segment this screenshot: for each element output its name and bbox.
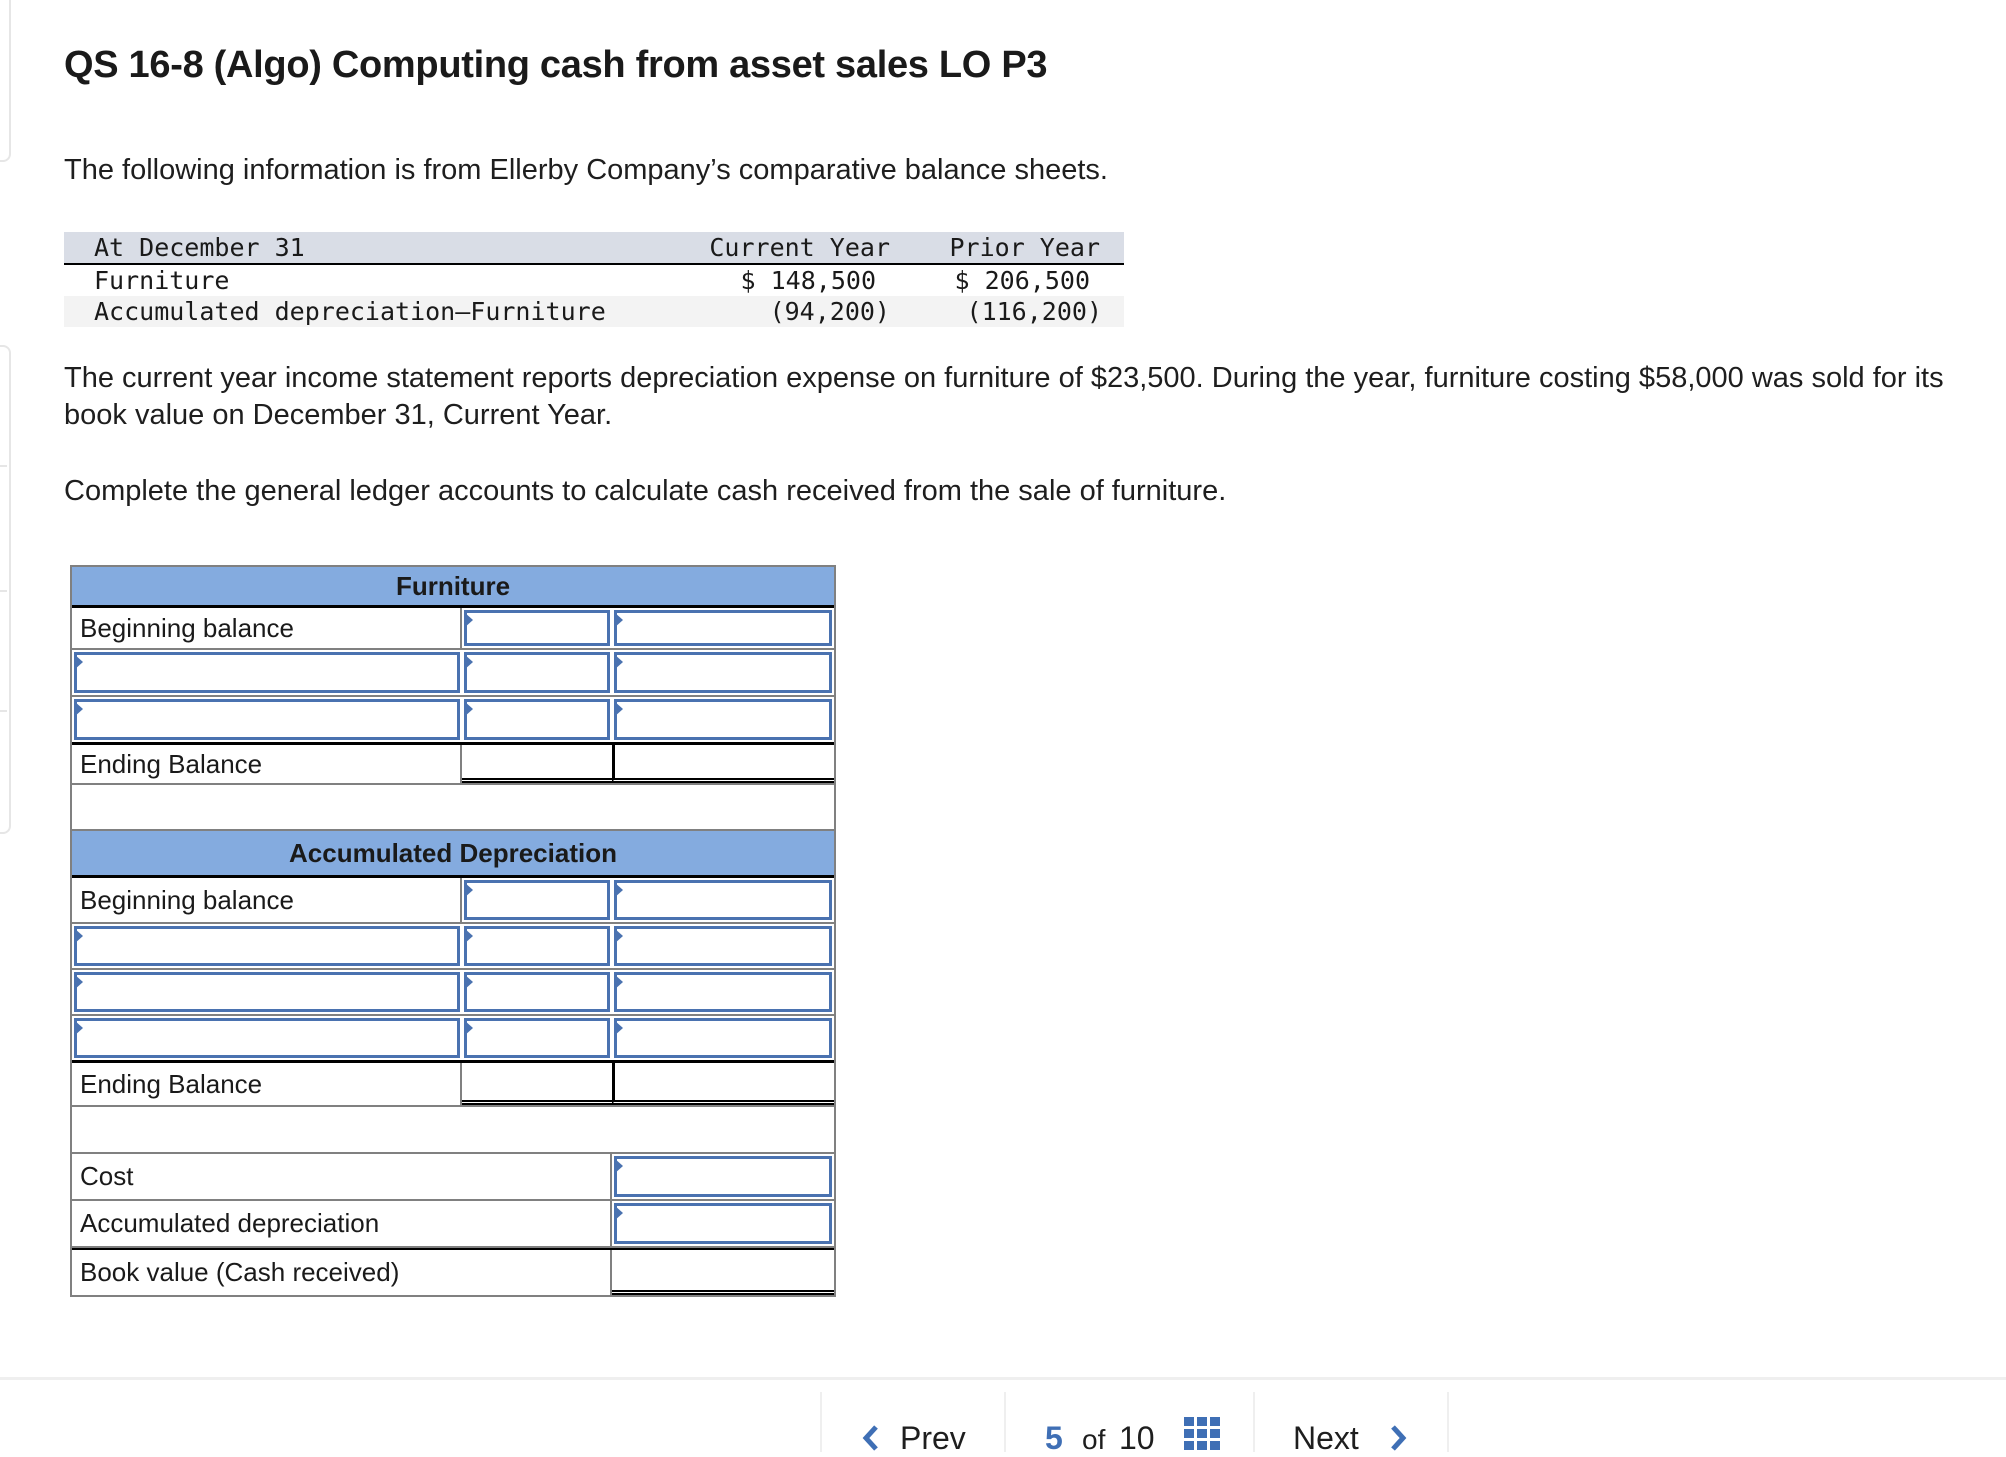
ad-beginning-label: Beginning balance (72, 878, 462, 922)
table-row: Furniture $ 148,500 $ 206,500 (64, 265, 1124, 296)
cost-label: Cost (72, 1154, 612, 1199)
furniture-ending-label: Ending Balance (72, 745, 462, 783)
ad-row3-debit-input[interactable] (464, 972, 611, 1012)
furniture-row2-credit-input[interactable] (614, 652, 833, 693)
table-row: Accumulated depreciation—Furniture (94,2… (64, 296, 1124, 327)
prev-button[interactable]: Prev (822, 1380, 1002, 1456)
total-pages: 10 (1119, 1420, 1155, 1456)
side-divider (0, 465, 7, 467)
accumulated-depreciation-header: Accumulated Depreciation (72, 831, 834, 878)
ad-row4-debit-input[interactable] (464, 1018, 611, 1058)
of-label: of (1082, 1424, 1106, 1455)
ad-ending-debit (462, 1063, 612, 1105)
furniture-row2-label-input[interactable] (74, 652, 461, 693)
ad-row2-credit-input[interactable] (614, 926, 833, 966)
ledger-row: Ending Balance (72, 1063, 834, 1107)
furniture-beginning-debit-input[interactable] (464, 610, 611, 646)
header-prior-year: Prior Year (949, 233, 1100, 262)
side-divider (0, 710, 7, 712)
ledger-row: Beginning balance (72, 878, 834, 924)
ledger-row (72, 1016, 834, 1063)
ad-beginning-debit-input[interactable] (464, 880, 611, 920)
side-divider (0, 590, 7, 592)
ledger-row (72, 697, 834, 745)
next-label: Next (1293, 1420, 1359, 1456)
ledger-row (72, 970, 834, 1016)
prev-label: Prev (900, 1420, 966, 1456)
ledger-row (72, 924, 834, 970)
ad-row3-label-input[interactable] (74, 972, 461, 1012)
ledger-worksheet: Furniture Beginning balance Ending Balan… (70, 565, 836, 1297)
description-text: The current year income statement report… (64, 362, 1944, 431)
grid-icon (1184, 1417, 1220, 1450)
furniture-ending-debit (462, 745, 612, 783)
furniture-row2-debit-input[interactable] (464, 652, 611, 693)
chevron-left-icon (862, 1425, 878, 1451)
ad-row4-label-input[interactable] (74, 1018, 461, 1058)
question-navigation: Prev 5 of 10 Next (0, 1377, 2006, 1456)
furniture-row3-label-input[interactable] (74, 699, 461, 740)
spacer-row (72, 785, 834, 831)
current-value: $ 148,500 (740, 266, 876, 295)
furniture-beginning-credit-input[interactable] (614, 610, 833, 646)
ledger-row (72, 650, 834, 697)
next-button[interactable]: Next (1255, 1380, 1445, 1456)
balance-sheet-header: At December 31 Current Year Prior Year (64, 232, 1124, 265)
accumulated-depreciation-label: Accumulated depreciation (72, 1201, 612, 1246)
furniture-beginning-label: Beginning balance (72, 608, 462, 648)
furniture-row3-credit-input[interactable] (614, 699, 833, 740)
ad-row3-credit-input[interactable] (614, 972, 833, 1012)
ad-row2-debit-input[interactable] (464, 926, 611, 966)
ledger-row: Ending Balance (72, 745, 834, 785)
current-page: 5 (1045, 1420, 1063, 1456)
balance-sheet-table: At December 31 Current Year Prior Year F… (64, 232, 1124, 327)
nav-divider (1447, 1392, 1449, 1452)
current-value: (94,200) (769, 297, 890, 326)
header-date: At December 31 (94, 233, 305, 262)
furniture-ending-credit (612, 745, 834, 783)
ad-ending-label: Ending Balance (72, 1063, 462, 1105)
summary-row: Accumulated depreciation (72, 1201, 834, 1248)
chevron-right-icon (1391, 1425, 1407, 1451)
furniture-header: Furniture (72, 565, 834, 608)
header-current-year: Current Year (709, 233, 890, 262)
book-value-total (612, 1250, 834, 1295)
row-label: Furniture (94, 266, 230, 295)
ad-beginning-credit-input[interactable] (614, 880, 833, 920)
cost-input[interactable] (614, 1156, 833, 1197)
summary-row: Book value (Cash received) (72, 1248, 834, 1297)
ad-ending-credit (612, 1063, 834, 1105)
ad-row4-credit-input[interactable] (614, 1018, 833, 1058)
furniture-row3-debit-input[interactable] (464, 699, 611, 740)
ad-row2-label-input[interactable] (74, 926, 461, 966)
intro-text: The following information is from Ellerb… (64, 154, 1108, 186)
summary-row: Cost (72, 1154, 834, 1201)
row-label: Accumulated depreciation—Furniture (94, 297, 606, 326)
ledger-row: Beginning balance (72, 608, 834, 650)
prior-value: (116,200) (966, 297, 1102, 326)
book-value-label: Book value (Cash received) (72, 1250, 612, 1295)
side-panel-top (0, 0, 11, 162)
question-title: QS 16-8 (Algo) Computing cash from asset… (64, 44, 1048, 86)
spacer-row (72, 1107, 834, 1154)
page-indicator[interactable]: 5 of 10 (1006, 1380, 1251, 1456)
instruction-text: Complete the general ledger accounts to … (64, 475, 1227, 507)
prior-value: $ 206,500 (954, 266, 1090, 295)
accumulated-depreciation-input[interactable] (614, 1203, 833, 1244)
